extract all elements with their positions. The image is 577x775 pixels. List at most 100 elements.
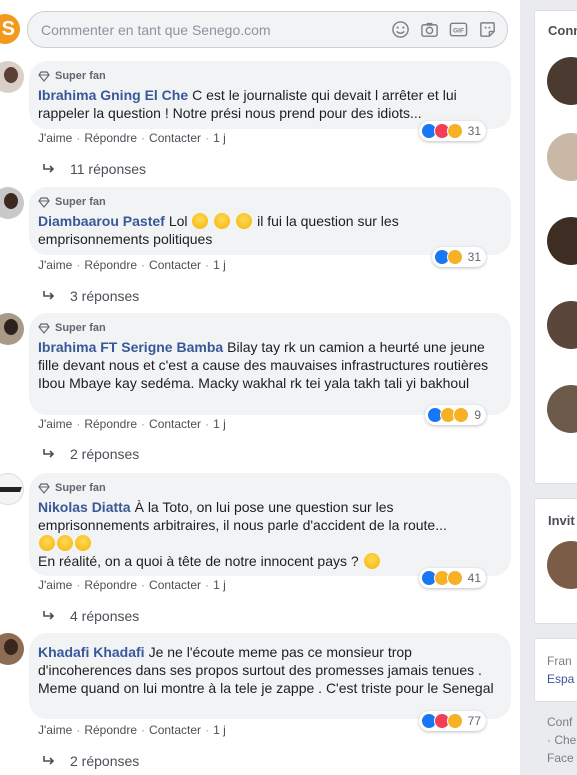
- reply-button[interactable]: Répondre: [84, 417, 137, 431]
- avatar[interactable]: [0, 187, 24, 219]
- surprised-emoji-icon: [363, 553, 380, 569]
- comment-time[interactable]: 1 j: [213, 258, 226, 272]
- comment-input-placeholder: Commenter en tant que Senego.com: [41, 22, 271, 38]
- comment-actions: J'aime · Répondre · Contacter · 1 j: [38, 417, 226, 431]
- comment-actions: J'aime · Répondre · Contacter · 1 j: [38, 131, 226, 145]
- comment-time[interactable]: 1 j: [213, 417, 226, 431]
- contact-button[interactable]: Contacter: [149, 723, 201, 737]
- reply-button[interactable]: Répondre: [84, 578, 137, 592]
- reaction-count: 77: [467, 714, 481, 728]
- contact-button[interactable]: Contacter: [149, 578, 201, 592]
- laughing-emoji-icon: [214, 213, 231, 229]
- like-button[interactable]: J'aime: [38, 131, 72, 145]
- comment-composer: S Commenter en tant que Senego.com GIF: [0, 0, 520, 58]
- view-replies[interactable]: 11 réponses: [42, 161, 146, 177]
- reaction-count: 9: [474, 408, 481, 422]
- reply-button[interactable]: Répondre: [84, 131, 137, 145]
- contact-button[interactable]: Contacter: [149, 258, 201, 272]
- comment-author[interactable]: Ibrahima FT Serigne Bamba: [38, 339, 223, 355]
- like-button[interactable]: J'aime: [38, 417, 72, 431]
- comment-author[interactable]: Ibrahima Gning El Che: [38, 87, 188, 103]
- smiley-icon[interactable]: [391, 20, 410, 39]
- like-button[interactable]: J'aime: [38, 723, 72, 737]
- super-fan-badge: Super fan: [38, 68, 501, 84]
- reaction-summary[interactable]: 9: [425, 405, 486, 425]
- laughing-emoji-icon: [236, 213, 253, 229]
- footer-link-conf[interactable]: Conf: [547, 715, 572, 729]
- card-title: Invit: [548, 513, 575, 528]
- svg-text:GIF: GIF: [453, 28, 464, 35]
- avatar[interactable]: [547, 133, 577, 181]
- language-card: Fran Espa: [534, 638, 577, 702]
- comment-input[interactable]: Commenter en tant que Senego.com GIF: [27, 11, 508, 48]
- connect-card: Conn: [534, 10, 577, 484]
- avatar[interactable]: [547, 57, 577, 105]
- reply-button[interactable]: Répondre: [84, 723, 137, 737]
- comment-body-start: Lol: [168, 213, 188, 229]
- comment: Khadafi Khadafi Je ne l'écoute meme pas c…: [0, 633, 520, 775]
- comment-bubble: Khadafi Khadafi Je ne l'écoute meme pas c…: [29, 633, 511, 719]
- replies-count: 2 réponses: [70, 446, 140, 462]
- reaction-count: 31: [467, 124, 481, 138]
- invite-card: Invit: [534, 498, 577, 624]
- comment-time[interactable]: 1 j: [213, 131, 226, 145]
- super-fan-badge: Super fan: [38, 480, 501, 496]
- camera-icon[interactable]: [420, 20, 439, 39]
- comment-time[interactable]: 1 j: [213, 723, 226, 737]
- like-button[interactable]: J'aime: [38, 258, 72, 272]
- footer-link-che[interactable]: · Che: [547, 733, 576, 747]
- senego-logo: S: [0, 14, 20, 44]
- avatar[interactable]: [547, 301, 577, 349]
- comment-text: Ibrahima FT Serigne Bamba Bilay tay rk un…: [38, 338, 500, 392]
- view-replies[interactable]: 2 réponses: [42, 753, 139, 769]
- laughing-emoji-icon: [57, 535, 73, 551]
- sticker-icon[interactable]: [478, 20, 497, 39]
- avatar[interactable]: [547, 541, 577, 589]
- comment-bubble: Super fan Diambaarou Pastef Lol il fui la…: [29, 187, 511, 255]
- laughing-emoji-icon: [75, 535, 91, 551]
- badge-label: Super fan: [55, 196, 106, 208]
- sad-reaction-icon: [446, 570, 463, 586]
- comment: Super fan Ibrahima FT Serigne Bamba Bilay…: [0, 313, 520, 468]
- comment-author[interactable]: Diambaarou Pastef: [38, 213, 165, 229]
- reply-arrow-icon: [43, 164, 55, 173]
- comment-bubble: Super fan Nikolas Diatta À la Toto, on lu…: [29, 473, 511, 576]
- footer-link-face[interactable]: Face: [547, 751, 574, 765]
- reaction-summary[interactable]: 77: [418, 711, 486, 731]
- reaction-summary[interactable]: 41: [418, 568, 486, 588]
- contact-button[interactable]: Contacter: [149, 417, 201, 431]
- language-link-espa[interactable]: Espa: [547, 672, 574, 686]
- reaction-summary[interactable]: 31: [418, 121, 486, 141]
- avatar[interactable]: [547, 385, 577, 433]
- reaction-summary[interactable]: 31: [431, 247, 486, 267]
- gif-icon[interactable]: GIF: [449, 20, 468, 39]
- reply-arrow-icon: [43, 611, 55, 620]
- language-link-fran[interactable]: Fran: [547, 654, 572, 668]
- comment-time[interactable]: 1 j: [213, 578, 226, 592]
- contact-button[interactable]: Contacter: [149, 131, 201, 145]
- avatar[interactable]: [0, 313, 24, 345]
- avatar[interactable]: [0, 473, 24, 505]
- reply-arrow-icon: [43, 449, 55, 458]
- like-button[interactable]: J'aime: [38, 578, 72, 592]
- avatar[interactable]: [547, 217, 577, 265]
- replies-count: 2 réponses: [70, 753, 140, 769]
- comment-author[interactable]: Khadafi Khadafi: [38, 644, 145, 660]
- replies-count: 3 réponses: [70, 288, 140, 304]
- view-replies[interactable]: 4 réponses: [42, 608, 139, 624]
- view-replies[interactable]: 2 réponses: [42, 446, 139, 462]
- comment-author[interactable]: Nikolas Diatta: [38, 499, 131, 515]
- comment-bubble: Super fan Ibrahima FT Serigne Bamba Bilay…: [29, 313, 511, 415]
- haha-reaction-icon: [446, 249, 463, 265]
- reply-button[interactable]: Répondre: [84, 258, 137, 272]
- laughing-emoji-icon: [39, 535, 55, 551]
- comment-actions: J'aime · Répondre · Contacter · 1 j: [38, 258, 226, 272]
- comment-text: Khadafi Khadafi Je ne l'écoute meme pas c…: [38, 643, 500, 697]
- view-replies[interactable]: 3 réponses: [42, 288, 139, 304]
- composer-icons: GIF: [391, 20, 497, 39]
- diamond-icon: [38, 197, 50, 208]
- avatar[interactable]: [0, 61, 24, 93]
- avatar[interactable]: [0, 633, 24, 665]
- comment: Super fan Diambaarou Pastef Lol il fui la…: [0, 187, 520, 315]
- comment: Super fan Ibrahima Gning El Che C est le …: [0, 61, 520, 189]
